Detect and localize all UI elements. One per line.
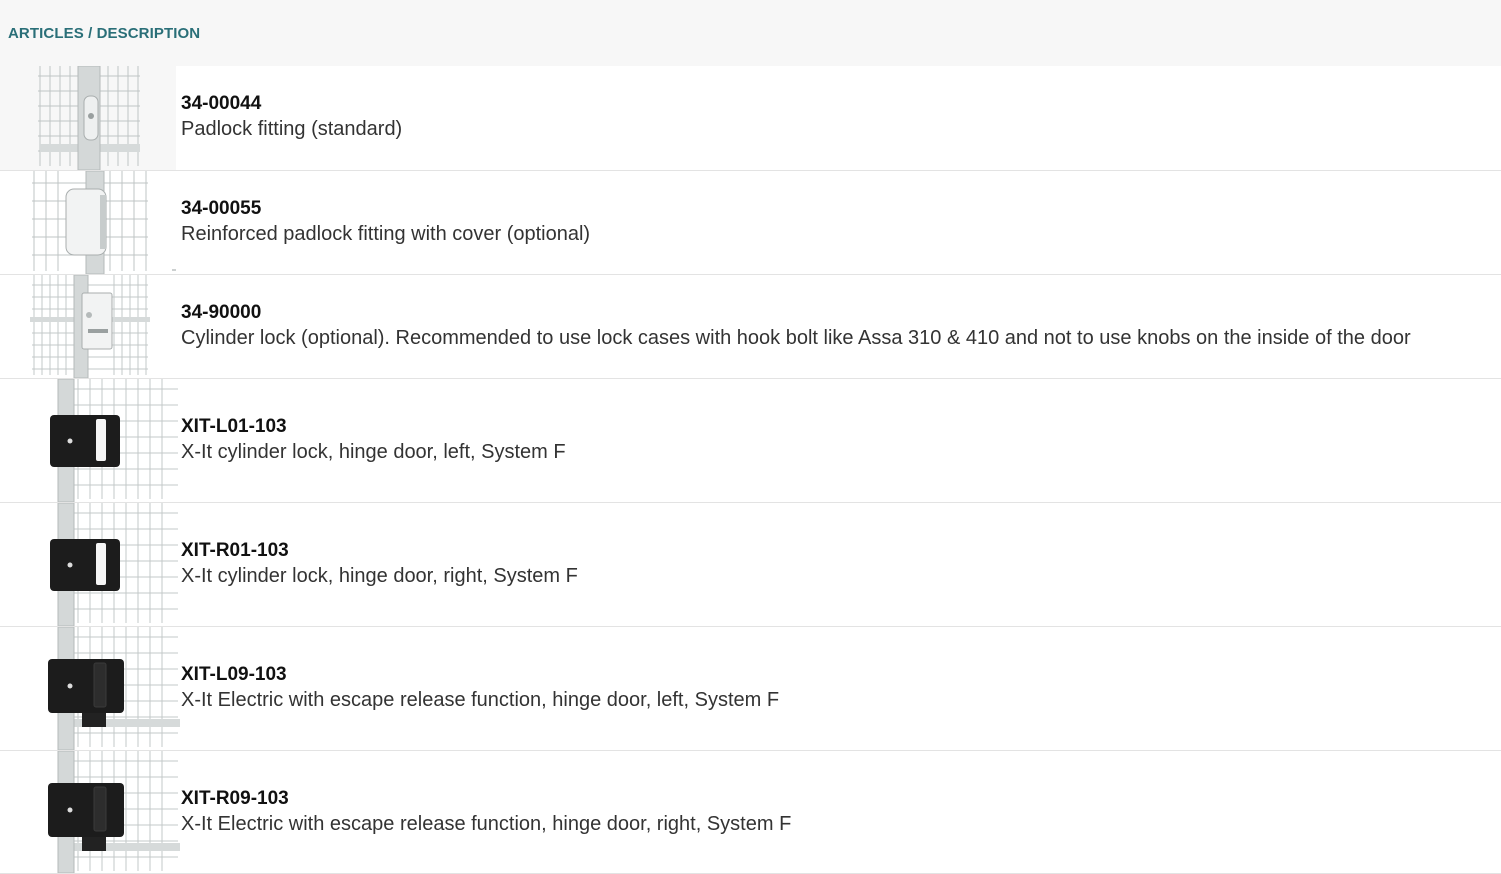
article-code: XIT-R01-103 — [181, 540, 289, 561]
article-description: Padlock fitting (standard) — [181, 118, 403, 140]
article-code: XIT-R09-103 — [181, 788, 289, 809]
article-code: 34-00055 — [181, 198, 262, 219]
column-header-articles-description: ARTICLES / DESCRIPTION — [8, 25, 201, 42]
article-row[interactable]: 34-00055 Reinforced padlock fitting with… — [0, 171, 1501, 275]
cylinder-lock-icon — [0, 275, 176, 378]
reinforced-padlock-fitting-icon — [0, 171, 176, 274]
article-description: Cylinder lock (optional). Recommended to… — [181, 327, 1411, 349]
article-code: 34-00044 — [181, 93, 262, 114]
article-row[interactable]: XIT-R09-103 X-It Electric with escape re… — [0, 751, 1501, 874]
article-code: 34-90000 — [181, 302, 262, 323]
article-row[interactable]: XIT-L09-103 X-It Electric with escape re… — [0, 627, 1501, 751]
article-description: X-It cylinder lock, hinge door, right, S… — [181, 565, 578, 587]
article-description: X-It cylinder lock, hinge door, left, Sy… — [181, 441, 566, 463]
article-code: XIT-L01-103 — [181, 416, 287, 437]
article-row[interactable]: 34-00044 Padlock fitting (standard) — [0, 66, 1501, 171]
article-row[interactable]: XIT-R01-103 X-It cylinder lock, hinge do… — [0, 503, 1501, 627]
padlock-fitting-icon — [0, 66, 176, 170]
table-header: ARTICLES / DESCRIPTION — [0, 0, 1501, 66]
article-description: X-It Electric with escape release functi… — [181, 813, 792, 835]
article-description: Reinforced padlock fitting with cover (o… — [181, 223, 591, 245]
article-code: XIT-L09-103 — [181, 664, 287, 685]
xit-electric-lock-icon — [0, 627, 180, 750]
article-description: X-It Electric with escape release functi… — [181, 689, 780, 711]
xit-electric-lock-icon — [0, 751, 180, 873]
xit-cylinder-lock-icon — [0, 503, 180, 626]
article-row[interactable]: 34-90000 Cylinder lock (optional). Recom… — [0, 275, 1501, 379]
article-row[interactable]: XIT-L01-103 X-It cylinder lock, hinge do… — [0, 379, 1501, 503]
xit-cylinder-lock-icon — [0, 379, 180, 502]
